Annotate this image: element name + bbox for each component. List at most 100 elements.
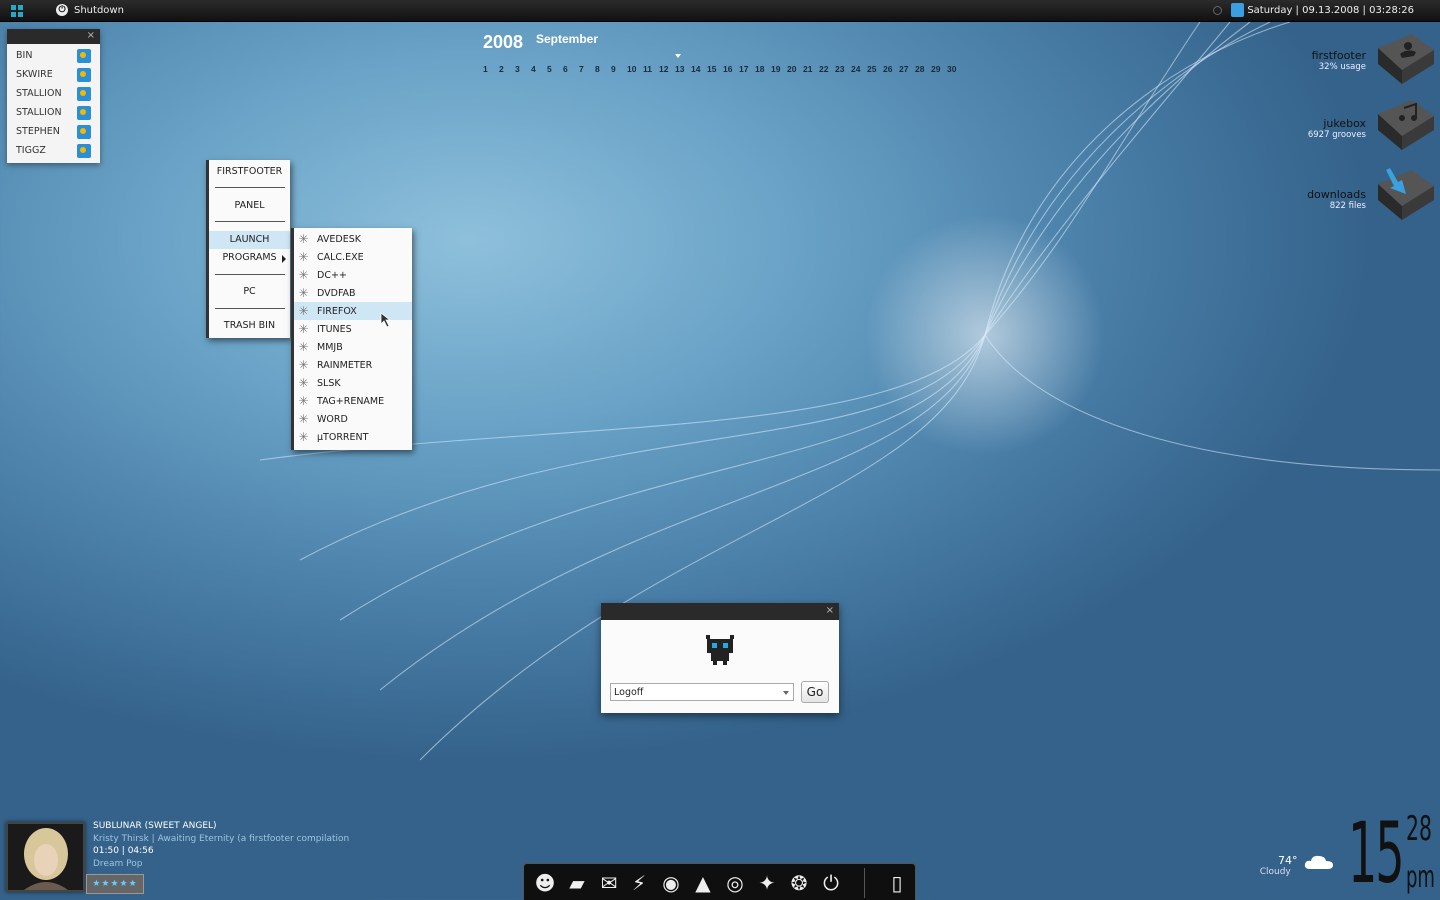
calendar-days: 1 2 3 4 5 6 7 8 9 10 11 12 13 14 15 16 17 18 19 20 21 22 23 24 2… bbox=[483, 64, 963, 74]
menu-item-launch[interactable]: LAUNCH bbox=[209, 231, 290, 249]
submenu-item-label: DC++ bbox=[317, 269, 347, 281]
calendar-day[interactable]: 27 bbox=[899, 64, 915, 74]
submenu-item-label: AVEDESK bbox=[317, 233, 361, 245]
dock-shark-icon[interactable]: ▲ bbox=[690, 870, 716, 896]
calendar-day[interactable]: 17 bbox=[739, 64, 755, 74]
dock-trash-icon[interactable]: ▯ bbox=[884, 870, 910, 896]
menu-item-firstfooter[interactable]: FIRSTFOOTER bbox=[209, 166, 290, 177]
tray-status-icon[interactable] bbox=[1213, 6, 1222, 15]
top-bar: ⏻ Shutdown Saturday | 09.13.2008 | 03:28… bbox=[0, 0, 1440, 22]
drive-firstfooter[interactable]: firstfooter 32% usage bbox=[1312, 49, 1366, 72]
contact-row[interactable]: STALLION bbox=[7, 103, 100, 122]
app-asterisk-icon: ✳ bbox=[298, 249, 309, 264]
shutdown-button[interactable]: ⏻ Shutdown bbox=[56, 4, 124, 16]
close-icon[interactable]: × bbox=[87, 30, 95, 41]
calendar-day[interactable]: 13 bbox=[675, 64, 691, 74]
calendar-day[interactable]: 16 bbox=[723, 64, 739, 74]
calendar-day[interactable]: 9 bbox=[611, 64, 627, 74]
close-icon[interactable]: × bbox=[826, 605, 834, 616]
dock-power-icon[interactable]: ⏻ bbox=[818, 870, 844, 896]
submenu-item[interactable]: ✳ SLSK bbox=[294, 374, 412, 392]
album-cover-image bbox=[8, 824, 83, 890]
dock-folder-icon[interactable]: ▰ bbox=[564, 870, 590, 896]
logoff-action-select[interactable]: Logoff bbox=[610, 683, 794, 701]
calendar-day[interactable]: 7 bbox=[579, 64, 595, 74]
calendar-day[interactable]: 19 bbox=[771, 64, 787, 74]
logoff-dialog: × Logoff Go bbox=[601, 603, 839, 713]
submenu-item[interactable]: ✳ DVDFAB bbox=[294, 284, 412, 302]
clock-hour: 15 bbox=[1348, 804, 1405, 900]
calendar-day[interactable]: 29 bbox=[931, 64, 947, 74]
submenu-item[interactable]: ✳ DC++ bbox=[294, 266, 412, 284]
contact-row[interactable]: BIN bbox=[7, 46, 100, 65]
contact-row[interactable]: STEPHEN bbox=[7, 122, 100, 141]
calendar-day[interactable]: 24 bbox=[851, 64, 867, 74]
contact-row[interactable]: SKWIRE bbox=[7, 65, 100, 84]
drive-downloads[interactable]: downloads 822 files bbox=[1307, 188, 1366, 211]
music-folder-icon[interactable] bbox=[1372, 96, 1436, 152]
calendar-day[interactable]: 28 bbox=[915, 64, 931, 74]
rating-stars[interactable]: ★★★★★ bbox=[86, 874, 144, 894]
menu-item-trash-bin[interactable]: TRASH BIN bbox=[209, 320, 290, 331]
submenu-item[interactable]: ✳ CALC.EXE bbox=[294, 248, 412, 266]
contact-row[interactable]: TIGGZ bbox=[7, 141, 100, 160]
menu-divider bbox=[215, 221, 285, 222]
dock-chat-icon[interactable]: ✉ bbox=[596, 870, 622, 896]
robot-avatar-icon bbox=[706, 635, 734, 665]
calendar-day[interactable]: 18 bbox=[755, 64, 771, 74]
menu-item-pc[interactable]: PC bbox=[209, 286, 290, 297]
calendar-day[interactable]: 25 bbox=[867, 64, 883, 74]
dock-penguin-icon[interactable]: ☻ bbox=[532, 870, 558, 896]
calendar-day[interactable]: 8 bbox=[595, 64, 611, 74]
calendar-day[interactable]: 23 bbox=[835, 64, 851, 74]
submenu-item-label: µTORRENT bbox=[317, 431, 369, 443]
clock-ampm: pm bbox=[1406, 860, 1435, 895]
submenu-item[interactable]: ✳ WORD bbox=[294, 410, 412, 428]
dock-firefox-icon[interactable]: ◉ bbox=[658, 870, 684, 896]
calendar-day[interactable]: 30 bbox=[947, 64, 963, 74]
dock-gamepad-icon[interactable]: ✦ bbox=[754, 870, 780, 896]
submenu-item[interactable]: ✳ MMJB bbox=[294, 338, 412, 356]
drive-jukebox[interactable]: jukebox 6927 grooves bbox=[1308, 117, 1366, 140]
calendar-day[interactable]: 4 bbox=[531, 64, 547, 74]
submenu-item[interactable]: ✳ ITUNES bbox=[294, 320, 412, 338]
calendar-day[interactable]: 12 bbox=[659, 64, 675, 74]
go-button[interactable]: Go bbox=[801, 681, 829, 703]
dock: ☻ ▰ ✉ ⚡ ◉ ▲ ◎ ✦ ❂ ⏻ ▯ bbox=[523, 863, 916, 900]
start-grid-icon[interactable] bbox=[11, 5, 23, 17]
dock-disc-icon[interactable]: ◎ bbox=[722, 870, 748, 896]
calendar-day[interactable]: 6 bbox=[563, 64, 579, 74]
submenu-item[interactable]: ✳ AVEDESK bbox=[294, 230, 412, 248]
user-folder-icon[interactable] bbox=[1372, 30, 1436, 86]
calendar-day[interactable]: 21 bbox=[803, 64, 819, 74]
download-folder-icon[interactable] bbox=[1372, 166, 1436, 222]
today-marker-icon bbox=[675, 54, 681, 58]
contact-row[interactable]: STALLION bbox=[7, 84, 100, 103]
wallpaper-curves bbox=[259, 21, 1440, 761]
menu-item-panel[interactable]: PANEL bbox=[209, 200, 290, 211]
album-art[interactable] bbox=[6, 822, 85, 892]
messenger-icon bbox=[77, 124, 91, 139]
app-asterisk-icon: ✳ bbox=[298, 321, 309, 336]
tray-messenger-icon[interactable] bbox=[1231, 3, 1244, 17]
submenu-item[interactable]: ✳ TAG+RENAME bbox=[294, 392, 412, 410]
calendar-day[interactable]: 3 bbox=[515, 64, 531, 74]
dock-lightning-icon[interactable]: ⚡ bbox=[626, 870, 652, 896]
calendar-day[interactable]: 11 bbox=[643, 64, 659, 74]
calendar-day[interactable]: 1 bbox=[483, 64, 499, 74]
calendar-day[interactable]: 15 bbox=[707, 64, 723, 74]
contact-name: STEPHEN bbox=[16, 126, 60, 137]
calendar-day[interactable]: 22 bbox=[819, 64, 835, 74]
submenu-item-firefox[interactable]: ✳ FIREFOX bbox=[294, 302, 412, 328]
submenu-item[interactable]: ✳ RAINMETER bbox=[294, 356, 412, 374]
calendar-day[interactable]: 5 bbox=[547, 64, 563, 74]
calendar-day[interactable]: 20 bbox=[787, 64, 803, 74]
calendar-day[interactable]: 10 bbox=[627, 64, 643, 74]
select-value: Logoff bbox=[614, 687, 644, 698]
submenu-item[interactable]: ✳ µTORRENT bbox=[294, 428, 412, 446]
menu-item-programs[interactable]: PROGRAMS bbox=[209, 252, 290, 263]
dock-lifebuoy-icon[interactable]: ❂ bbox=[786, 870, 812, 896]
calendar-day[interactable]: 26 bbox=[883, 64, 899, 74]
calendar-day[interactable]: 2 bbox=[499, 64, 515, 74]
calendar-day[interactable]: 14 bbox=[691, 64, 707, 74]
